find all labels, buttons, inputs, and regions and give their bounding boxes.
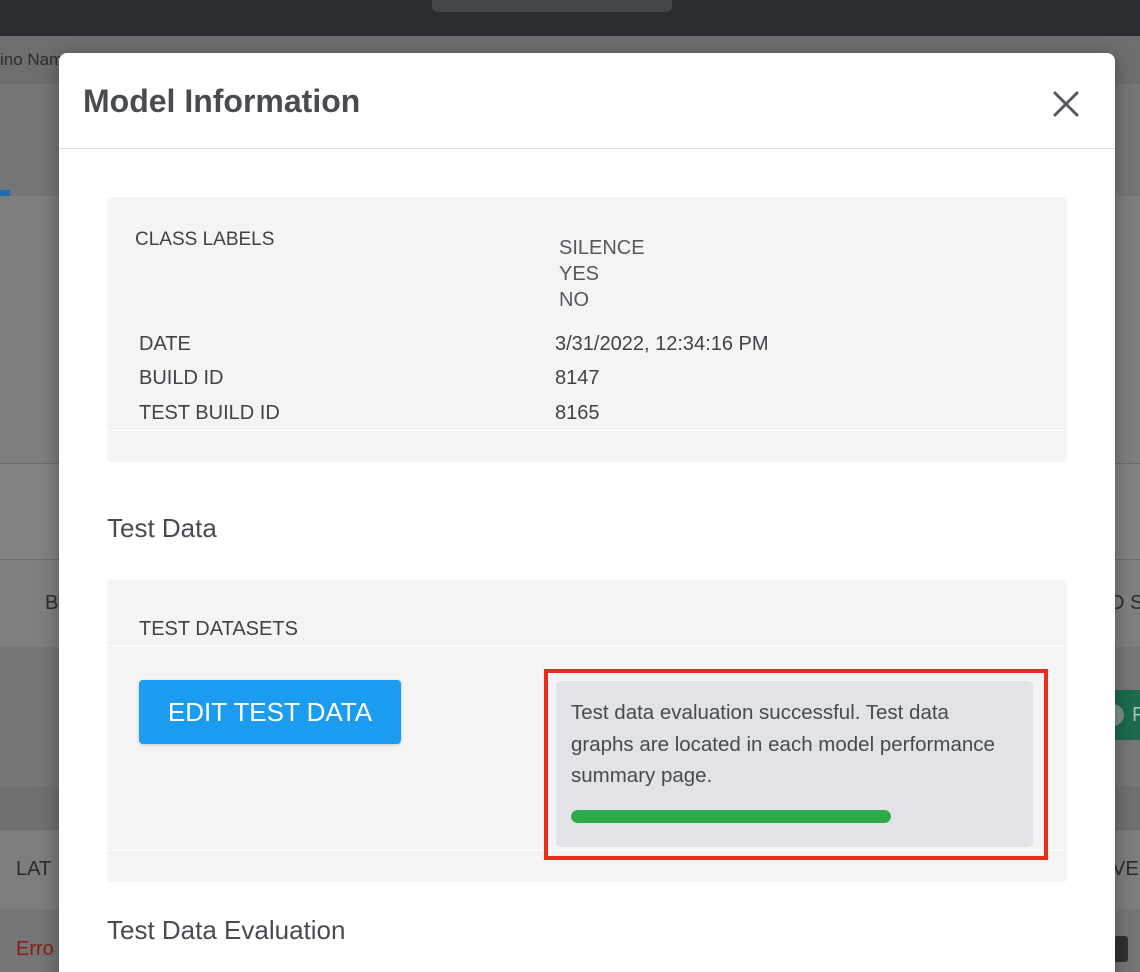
model-information-modal: Model Information CLASS LABELS SILENCE Y… [59, 53, 1115, 972]
test-data-title: Test Data [107, 513, 217, 543]
evaluation-status-message: Test data evaluation successful. Test da… [571, 701, 995, 787]
card-divider [107, 430, 1067, 431]
evaluation-status-box: Test data evaluation successful. Test da… [556, 681, 1033, 847]
model-info-card: CLASS LABELS SILENCE YES NO DATE 3/31/20… [107, 197, 1067, 462]
background-name-label: ino Nam [0, 50, 64, 69]
background-error-text: Erro [16, 938, 54, 960]
class-label-item: SILENCE [559, 237, 645, 259]
date-label: DATE [139, 333, 191, 355]
close-button[interactable] [1049, 87, 1083, 121]
class-labels-label: CLASS LABELS [135, 229, 275, 250]
build-id-value: 8147 [555, 367, 600, 389]
evaluation-progress-bar [571, 810, 891, 823]
background-text-fragment: B [45, 592, 59, 614]
card-divider [107, 645, 1067, 646]
background-active-tab-indicator [0, 190, 10, 196]
evaluation-progress-fill [571, 810, 891, 823]
background-lock-icon [1114, 936, 1128, 962]
test-build-id-label: TEST BUILD ID [139, 402, 280, 424]
modal-title: Model Information [83, 83, 361, 119]
build-id-label: BUILD ID [139, 367, 224, 389]
background-button-label: F [1132, 704, 1140, 726]
class-label-item: YES [559, 263, 600, 285]
test-data-evaluation-title: Test Data Evaluation [107, 915, 346, 945]
background-text-fragment: LAT [16, 858, 52, 880]
background-address-pill [432, 0, 672, 12]
test-build-id-value: 8165 [555, 402, 600, 424]
test-datasets-label: TEST DATASETS [139, 618, 298, 640]
background-text-fragment: VE [1112, 858, 1139, 880]
class-label-item: NO [559, 289, 589, 311]
date-value: 3/31/2022, 12:34:16 PM [555, 333, 769, 355]
modal-header: Model Information [59, 53, 1115, 149]
edit-test-data-button[interactable]: EDIT TEST DATA [139, 680, 401, 744]
close-icon [1053, 91, 1079, 117]
